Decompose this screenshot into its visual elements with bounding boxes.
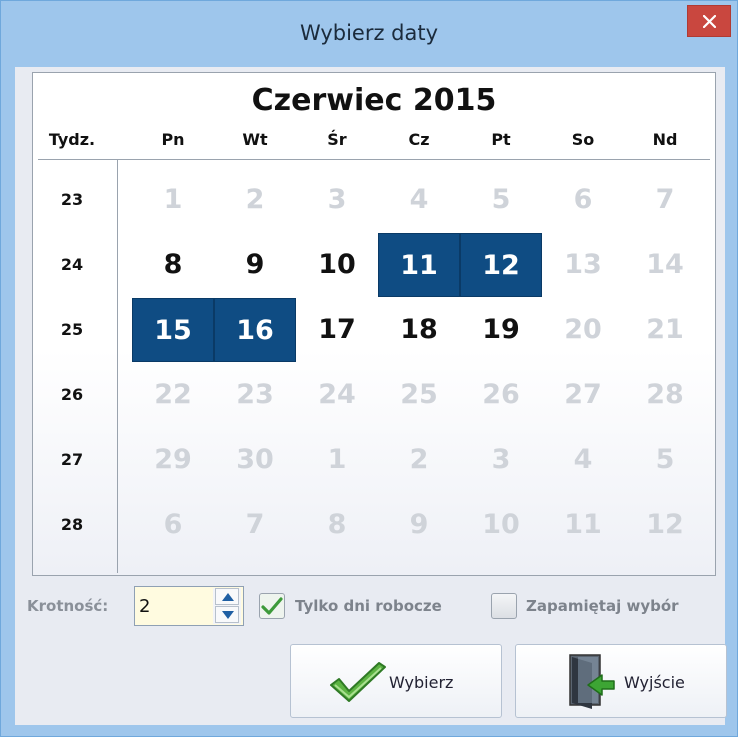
remember-label[interactable]: Zapamiętaj wybór (526, 597, 679, 615)
calendar-day[interactable]: 4 (542, 428, 624, 492)
arrow-up-icon (222, 593, 234, 601)
calendar-day[interactable]: 13 (542, 233, 624, 297)
calendar-day[interactable]: 3 (460, 428, 542, 492)
week-number[interactable]: 28 (47, 515, 97, 534)
calendar-day[interactable]: 5 (624, 428, 706, 492)
working-days-checkbox[interactable] (259, 593, 285, 619)
stepper-buttons (213, 588, 241, 624)
day-header: So (571, 130, 595, 149)
header-divider (38, 159, 710, 160)
calendar-day[interactable]: 10 (460, 493, 542, 557)
arrow-down-icon (222, 611, 234, 619)
calendar-day[interactable]: 29 (132, 428, 214, 492)
stepper-up-button[interactable] (215, 588, 239, 605)
week-number[interactable]: 24 (47, 255, 97, 274)
stepper-down-button[interactable] (215, 606, 239, 623)
remember-checkbox[interactable] (491, 593, 517, 619)
calendar-day-selected[interactable]: 11 (378, 233, 460, 297)
calendar-day[interactable]: 23 (214, 363, 296, 427)
title-bar[interactable]: Wybierz daty (1, 1, 737, 67)
calendar-day[interactable]: 8 (296, 493, 378, 557)
exit-button[interactable]: Wyjście (515, 644, 727, 718)
calendar-day[interactable]: 26 (460, 363, 542, 427)
calendar-day[interactable]: 2 (214, 168, 296, 232)
dialog-window: Wybierz daty Czerwiec 2015 Tydz. Pn Wt Śr C… (0, 0, 738, 737)
select-button-label: Wybierz (389, 673, 454, 692)
exit-door-icon (569, 654, 615, 709)
day-header: Cz (408, 130, 430, 149)
calendar-day[interactable]: 22 (132, 363, 214, 427)
calendar-day-selected[interactable]: 12 (460, 233, 542, 297)
dialog-content: Czerwiec 2015 Tydz. Pn Wt Śr Cz Pt So Nd 23 1 2 3 4… (15, 67, 727, 725)
checkmark-icon (261, 597, 283, 615)
calendar-day[interactable]: 6 (132, 493, 214, 557)
calendar-day[interactable]: 10 (296, 233, 378, 297)
calendar-day-selected[interactable]: 15 (132, 298, 214, 362)
calendar-day[interactable]: 28 (624, 363, 706, 427)
calendar-day[interactable]: 5 (460, 168, 542, 232)
calendar-day[interactable]: 6 (542, 168, 624, 232)
krotnosc-stepper[interactable] (134, 586, 244, 626)
calendar-day[interactable]: 19 (460, 298, 542, 362)
calendar-day[interactable]: 12 (624, 493, 706, 557)
week-number[interactable]: 23 (47, 190, 97, 209)
calendar: Czerwiec 2015 Tydz. Pn Wt Śr Cz Pt So Nd 23 1 2 3 4… (32, 72, 716, 576)
calendar-day[interactable]: 14 (624, 233, 706, 297)
close-button[interactable] (687, 5, 731, 37)
calendar-day[interactable]: 8 (132, 233, 214, 297)
calendar-day[interactable]: 4 (378, 168, 460, 232)
calendar-day[interactable]: 18 (378, 298, 460, 362)
krotnosc-label: Krotność: (27, 597, 109, 615)
calendar-day[interactable]: 17 (296, 298, 378, 362)
calendar-day[interactable]: 21 (624, 298, 706, 362)
calendar-day[interactable]: 1 (296, 428, 378, 492)
calendar-day[interactable]: 2 (378, 428, 460, 492)
day-header: Nd (652, 130, 678, 149)
week-number[interactable]: 26 (47, 385, 97, 404)
calendar-day[interactable]: 3 (296, 168, 378, 232)
week-header: Tydz. (48, 130, 96, 149)
calendar-day[interactable]: 7 (624, 168, 706, 232)
calendar-day-selected[interactable]: 16 (214, 298, 296, 362)
week-number[interactable]: 25 (47, 320, 97, 339)
day-header: Śr (327, 130, 347, 149)
checkmark-icon (330, 662, 386, 702)
calendar-day[interactable]: 25 (378, 363, 460, 427)
week-number[interactable]: 27 (47, 450, 97, 469)
calendar-day[interactable]: 24 (296, 363, 378, 427)
day-header: Pt (491, 130, 511, 149)
calendar-day[interactable]: 1 (132, 168, 214, 232)
calendar-day[interactable]: 27 (542, 363, 624, 427)
exit-button-label: Wyjście (624, 673, 685, 692)
calendar-day[interactable]: 20 (542, 298, 624, 362)
week-column-divider (117, 159, 118, 573)
calendar-day[interactable]: 9 (378, 493, 460, 557)
calendar-day[interactable]: 11 (542, 493, 624, 557)
calendar-day[interactable]: 30 (214, 428, 296, 492)
calendar-day[interactable]: 9 (214, 233, 296, 297)
day-header: Pn (161, 130, 185, 149)
window-title: Wybierz daty (299, 21, 439, 45)
month-title: Czerwiec 2015 (251, 83, 497, 118)
calendar-day[interactable]: 7 (214, 493, 296, 557)
krotnosc-input[interactable] (139, 593, 205, 619)
day-header: Wt (242, 130, 268, 149)
working-days-label[interactable]: Tylko dni robocze (295, 597, 442, 615)
close-icon (703, 15, 716, 28)
select-button[interactable]: Wybierz (290, 644, 502, 718)
